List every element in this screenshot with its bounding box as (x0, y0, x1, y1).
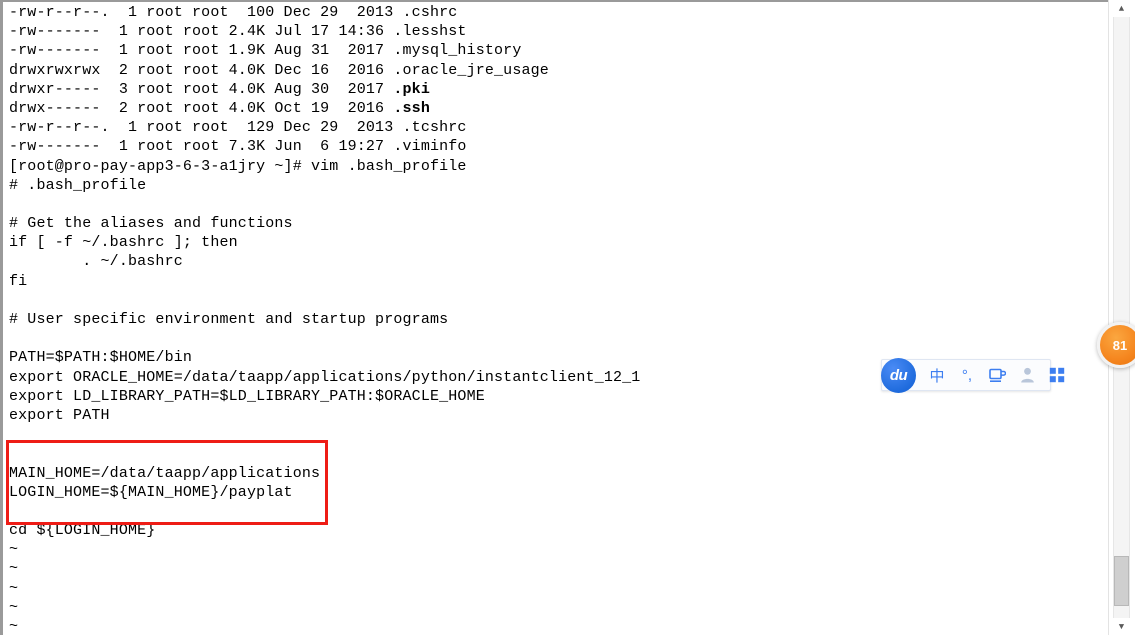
keyboard-tray-icon[interactable] (982, 360, 1012, 390)
terminal-line: fi (9, 272, 28, 290)
terminal-line: cd ${LOGIN_HOME} (9, 522, 156, 540)
terminal-line: -rw------- 1 root root 7.3K Jun 6 19:27 … (9, 138, 467, 156)
scrollbar-track[interactable] (1113, 17, 1130, 618)
terminal-text-area[interactable]: -rw-r--r--. 1 root root 100 Dec 29 2013 … (9, 3, 1099, 635)
toolbox-grid-icon[interactable] (1042, 360, 1072, 390)
floating-side-badge[interactable]: 81 (1097, 322, 1135, 368)
terminal-line: -rw------- 1 root root 2.4K Jul 17 14:36… (9, 23, 467, 41)
terminal-line: -rw-r--r--. 1 root root 100 Dec 29 2013 … (9, 4, 458, 21)
terminal-line: -rw------- 1 root root 1.9K Aug 31 2017 … (9, 42, 522, 60)
terminal-line: drwxr----- 3 root root 4.0K Aug 30 2017 … (9, 80, 430, 98)
terminal-line: MAIN_HOME=/data/taapp/applications (9, 464, 321, 482)
user-account-icon[interactable] (1012, 360, 1042, 390)
terminal-line: # User specific environment and startup … (9, 311, 449, 328)
terminal-line: export PATH (9, 406, 110, 424)
vim-empty-line-marker: ~ (9, 579, 19, 597)
vertical-scrollbar[interactable]: ▲ ▼ (1108, 0, 1135, 635)
vim-empty-line-marker: ~ (9, 560, 19, 578)
scroll-up-arrow-icon[interactable]: ▲ (1113, 0, 1130, 17)
baidu-logo-icon[interactable]: du (881, 358, 916, 393)
vim-empty-line-marker: ~ (9, 598, 19, 616)
terminal-window[interactable]: -rw-r--r--. 1 root root 100 Dec 29 2013 … (0, 0, 1108, 635)
terminal-line: -rw-r--r--. 1 root root 129 Dec 29 2013 … (9, 119, 467, 137)
language-mode-icon[interactable]: 中 (922, 360, 952, 390)
punctuation-mode-icon[interactable]: °, (952, 360, 982, 390)
vim-empty-line-marker: ~ (9, 618, 19, 635)
terminal-line: . ~/.bashrc (9, 253, 183, 271)
vim-empty-line-marker: ~ (9, 541, 19, 559)
screen-root: -rw-r--r--. 1 root root 100 Dec 29 2013 … (0, 0, 1135, 635)
terminal-line: [root@pro-pay-app3-6-3-a1jry ~]# vim .ba… (9, 157, 467, 175)
terminal-line: if [ -f ~/.bashrc ]; then (9, 234, 238, 252)
terminal-line: drwxrwxrwx 2 root root 4.0K Dec 16 2016 … (9, 61, 549, 79)
scrollbar-thumb[interactable] (1114, 556, 1129, 606)
terminal-line: drwx------ 2 root root 4.0K Oct 19 2016 … (9, 99, 430, 117)
scroll-down-arrow-icon[interactable]: ▼ (1113, 618, 1130, 635)
terminal-line: # .bash_profile (9, 176, 147, 194)
terminal-line: LOGIN_HOME=${MAIN_HOME}/payplat (9, 483, 293, 501)
ime-floating-toolbar[interactable]: du 中 °, (881, 358, 1065, 393)
terminal-line: # Get the aliases and functions (9, 215, 293, 233)
